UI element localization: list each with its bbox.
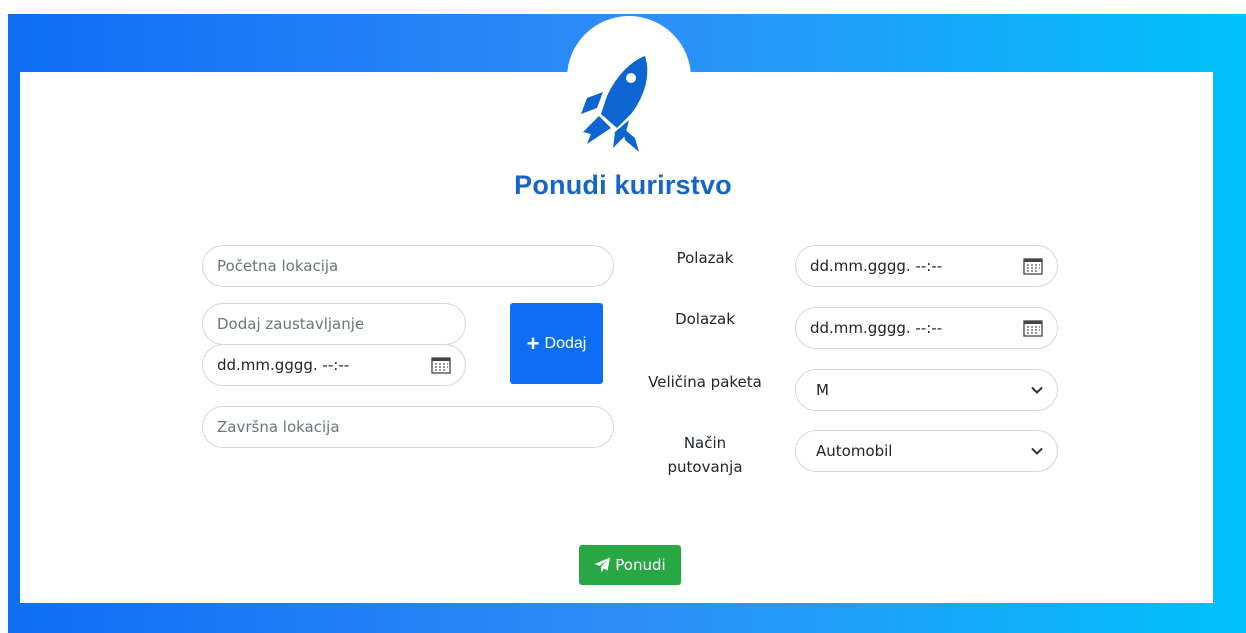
arrival-label: Dolazak (675, 310, 735, 328)
travel-mode-value: Automobil (816, 442, 893, 460)
plus-icon: + (526, 330, 540, 356)
add-stop-label: Dodaj (544, 334, 587, 352)
travel-mode-label-line1: Način (683, 434, 727, 452)
rocket-icon (581, 56, 648, 152)
submit-button[interactable]: Ponudi (579, 545, 681, 585)
departure-datetime-input[interactable]: dd.mm.gggg. --:-- (795, 245, 1058, 287)
start-location-input[interactable]: Početna lokacija (202, 245, 614, 287)
calendar-icon[interactable] (431, 356, 451, 374)
calendar-icon[interactable] (1023, 319, 1043, 337)
stop-location-input[interactable]: Dodaj zaustavljanje (202, 303, 466, 345)
stop-datetime-input[interactable]: dd.mm.gggg. --:-- (202, 344, 466, 386)
page-title: Ponudi kurirstvo (514, 170, 732, 200)
departure-datetime-placeholder: dd.mm.gggg. --:-- (810, 257, 943, 275)
calendar-icon[interactable] (1023, 257, 1043, 275)
travel-mode-label: Način putovanja (643, 431, 767, 479)
package-size-label: Veličina paketa (648, 373, 762, 391)
end-location-input[interactable]: Završna lokacija (202, 406, 614, 448)
chevron-down-icon (1031, 386, 1043, 394)
departure-label: Polazak (676, 249, 734, 267)
start-location-placeholder: Početna lokacija (217, 257, 339, 275)
add-stop-button[interactable]: + Dodaj (510, 303, 603, 384)
travel-mode-label-line2: putovanja (667, 458, 743, 476)
submit-label: Ponudi (615, 556, 666, 574)
travel-mode-select[interactable]: Automobil (795, 430, 1058, 472)
paper-plane-icon (594, 557, 611, 573)
package-size-value: M (816, 381, 829, 399)
stop-location-placeholder: Dodaj zaustavljanje (217, 315, 365, 333)
arrival-datetime-placeholder: dd.mm.gggg. --:-- (810, 319, 943, 337)
arrival-datetime-input[interactable]: dd.mm.gggg. --:-- (795, 307, 1058, 349)
chevron-down-icon (1031, 447, 1043, 455)
end-location-placeholder: Završna lokacija (217, 418, 340, 436)
stop-datetime-placeholder: dd.mm.gggg. --:-- (217, 356, 350, 374)
package-size-select[interactable]: M (795, 369, 1058, 411)
